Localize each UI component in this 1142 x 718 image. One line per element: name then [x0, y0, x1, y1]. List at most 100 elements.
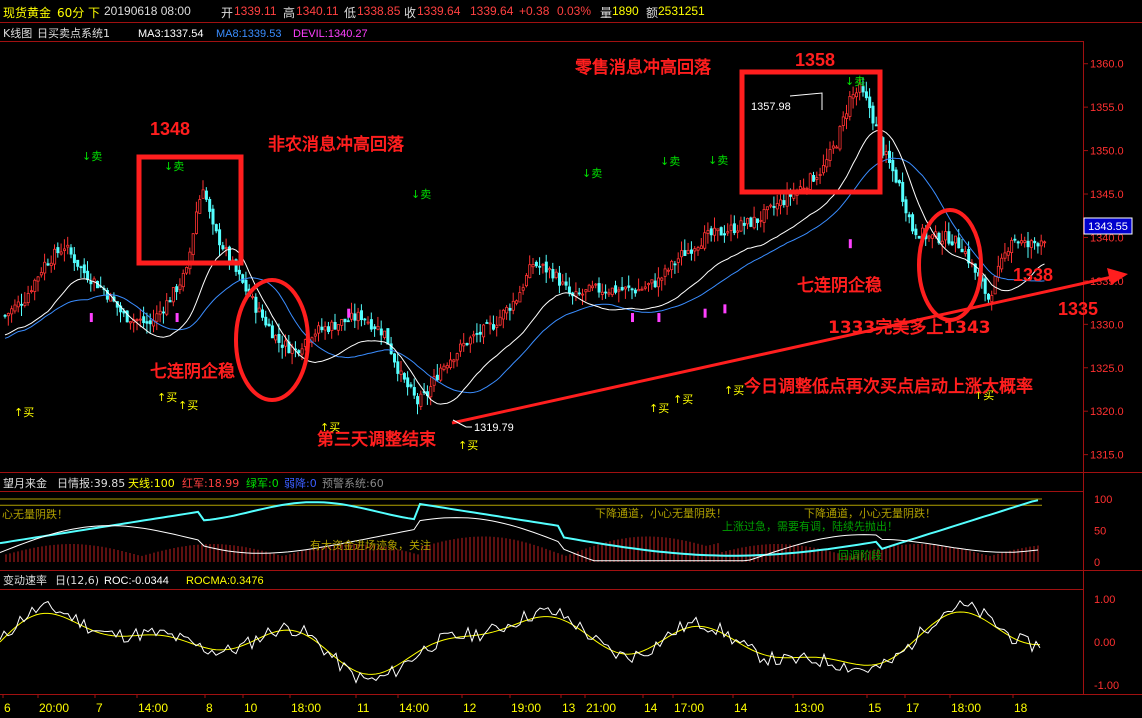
- legend-system[interactable]: 日买卖点系统1: [37, 27, 110, 40]
- panel3-tick-label: -1.00: [1094, 680, 1119, 692]
- candle-body: [43, 261, 47, 274]
- candle-body: [957, 237, 961, 249]
- candle-body: [165, 300, 169, 315]
- candle-body: [6, 313, 10, 317]
- candle-body: [736, 230, 740, 233]
- candle-body: [366, 321, 370, 324]
- candle-body: [36, 276, 40, 282]
- candle-body: [399, 370, 403, 375]
- candle-body: [841, 116, 845, 126]
- panel2-msg-up: 上涨过急，需要有调，陆续先抛出！: [722, 519, 898, 533]
- candle-body: [373, 326, 377, 330]
- seven-left-text: 七连阴企稳: [150, 361, 235, 382]
- candle-body: [897, 180, 901, 184]
- candle-body: [888, 150, 892, 164]
- time-tick-label: 8: [206, 701, 213, 715]
- nfp-text: 非农消息冲高回落: [268, 134, 405, 155]
- candle-body: [874, 124, 878, 127]
- candle-body: [89, 281, 93, 285]
- candle-body: [16, 301, 20, 308]
- time-axis: 6 20:00 7 14:00 8 10 18:00 11 14:00 12 19:00 13 21:0…: [2, 694, 1028, 715]
- price-tick-label: 1345.0: [1090, 189, 1124, 201]
- candle-body: [666, 269, 670, 272]
- price-axis: 1360.01355.01350.01345.01340.01335.01330…: [1083, 59, 1124, 462]
- legend-ma8: MA8:1339.53: [216, 28, 281, 40]
- candle-body: [485, 322, 489, 324]
- panel3-rocma: ROCMA:0.3476: [186, 575, 264, 587]
- candle-body: [597, 283, 601, 293]
- chart-window: 现货黄金 60分 下 20190618 08:00 开 1339.11 高 13…: [0, 0, 1142, 718]
- candle-body: [333, 322, 337, 330]
- candle-body: [128, 321, 132, 324]
- candle-body: [39, 272, 43, 276]
- panel3-tick-label: 0.00: [1094, 637, 1115, 649]
- candle-body: [808, 173, 812, 190]
- r1335-label: 1335: [1058, 299, 1098, 319]
- candle-body: [1010, 239, 1014, 254]
- candle-body: [864, 91, 868, 99]
- today-text: 今日调整低点再次买点启动上涨大概率: [744, 376, 1033, 397]
- candle-body: [452, 359, 456, 363]
- devil-marker: [631, 313, 634, 323]
- buy-signal: ↑买: [649, 402, 669, 415]
- candle-body: [284, 340, 288, 347]
- candle-body: [244, 279, 248, 292]
- candle-body: [201, 189, 205, 199]
- devil-marker: [703, 308, 707, 318]
- chart-canvas[interactable]: K线图 日买卖点系统1 MA3:1337.54 MA8:1339.53 DEVI…: [0, 0, 1142, 718]
- candle-body: [56, 247, 60, 254]
- candle-body: [719, 227, 723, 236]
- candle-body: [805, 187, 809, 190]
- candle-body: [663, 268, 667, 277]
- candle-body: [749, 217, 753, 227]
- candle-body: [10, 308, 14, 315]
- candle-body: [848, 96, 852, 117]
- low-value-label: 1319.79: [474, 422, 514, 434]
- candle-body: [449, 359, 453, 368]
- candle-body: [264, 316, 268, 326]
- candle-body: [142, 316, 146, 324]
- candle-body: [1023, 240, 1027, 244]
- candle-body: [815, 177, 819, 180]
- candle-body: [765, 206, 769, 211]
- candle-body: [759, 219, 763, 222]
- candle-body: [478, 331, 482, 335]
- panel3-roc: ROC:-0.0344: [104, 575, 169, 587]
- time-tick-label: 17:00: [674, 701, 704, 715]
- panel2-msg-green: 回调阶段: [838, 548, 882, 562]
- candle-body: [680, 250, 684, 258]
- trend-line: [451, 275, 1113, 425]
- candle-body: [237, 269, 241, 275]
- buy-signal: ↑买: [178, 399, 198, 412]
- candle-body: [868, 96, 872, 109]
- panel2-msg-down1: 下降通道，小心无量阴跌！: [595, 506, 727, 520]
- candle-body: [779, 199, 783, 207]
- candle-body: [402, 373, 406, 380]
- candle-body: [534, 261, 538, 267]
- candle-body: [782, 200, 786, 206]
- candle-body: [241, 274, 245, 283]
- candle-body: [23, 302, 27, 306]
- panel2-tick-label: 0: [1094, 557, 1100, 569]
- candle-body: [191, 233, 195, 255]
- candle-body: [690, 249, 694, 254]
- candle-body: [1016, 241, 1020, 244]
- candle-body: [901, 181, 905, 202]
- candle-body: [148, 320, 152, 325]
- candle-body: [468, 337, 472, 345]
- candle-body: [650, 279, 654, 284]
- candle-body: [363, 318, 367, 321]
- candle-body: [657, 277, 661, 288]
- candle-body: [706, 230, 710, 234]
- candle-body: [508, 307, 512, 311]
- perfect-text: 1333完美多上1343: [828, 317, 991, 338]
- candle-body: [79, 266, 83, 269]
- ma8-line: [4, 157, 1045, 394]
- candle-body: [633, 289, 637, 294]
- candle-body: [214, 224, 218, 232]
- candle-body: [525, 275, 529, 287]
- panel2-tick-label: 50: [1094, 526, 1106, 538]
- candle-body: [729, 224, 733, 231]
- candle-body: [963, 251, 967, 255]
- candle-body: [987, 293, 991, 300]
